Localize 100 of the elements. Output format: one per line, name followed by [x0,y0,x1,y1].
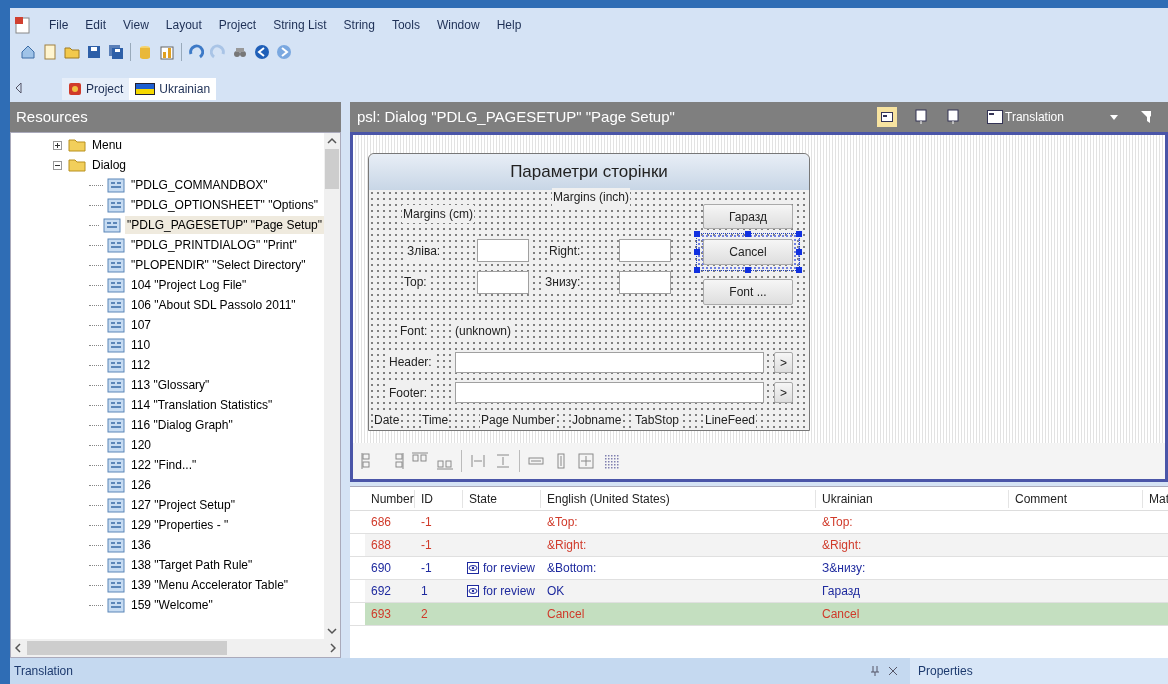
tree-item[interactable]: 139 "Menu Accelerator Table" [129,576,291,594]
folder-icon[interactable] [68,157,86,173]
tree-item[interactable]: 127 "Project Setup" [129,496,237,514]
tree-item[interactable]: 112 [129,356,153,374]
save-all-icon[interactable] [108,44,124,60]
column-header[interactable]: Mat [1143,489,1168,508]
tree-item[interactable]: 159 "Welcome" [129,596,215,614]
tree-item[interactable]: "PDLG_PAGESETUP" "Page Setup" [125,216,324,234]
folder-label[interactable]: Menu [90,136,125,154]
close-icon[interactable] [888,666,898,676]
dialog-button[interactable]: > [774,352,793,373]
vertical-scrollbar[interactable] [324,133,340,639]
dialog-icon[interactable] [107,277,125,293]
dialog-input-field[interactable] [455,352,764,373]
dialog-icon[interactable] [107,557,125,573]
chart-icon[interactable] [159,44,175,60]
filter-icon[interactable] [1140,110,1151,124]
dialog-input-field[interactable] [477,271,529,294]
tree-item[interactable]: 106 "About SDL Passolo 2011" [129,296,298,314]
dialog-icon[interactable] [107,417,125,433]
resize-handle[interactable] [694,267,700,273]
selection-frame[interactable]: Cancel [696,233,800,271]
tree-item[interactable]: 129 "Properties - " [129,516,231,534]
horizontal-scrollbar[interactable] [11,639,340,657]
menu-bar-entry[interactable]: String List [273,16,327,34]
tree-item[interactable]: 116 "Dialog Graph" [129,416,235,434]
dialog-icon[interactable] [107,577,125,593]
dialog-button[interactable]: Гаразд [703,204,793,229]
forward-icon[interactable] [276,44,292,60]
column-header[interactable]: Comment [1009,489,1143,508]
project-icon[interactable] [68,82,82,96]
dialog-icon[interactable] [107,537,125,553]
dialog-input-field[interactable] [619,271,671,294]
column-header[interactable]: Number [365,489,415,508]
dialog-icon[interactable] [107,517,125,533]
resize-handle[interactable] [694,231,700,237]
resize-handle[interactable] [796,267,802,273]
resize-handle[interactable] [694,249,700,255]
dialog-icon[interactable] [107,297,125,313]
dialog-icon[interactable] [107,357,125,373]
tree-item[interactable]: 104 "Project Log File" [129,276,249,294]
dialog-icon[interactable] [107,397,125,413]
tree-item[interactable]: "PDLG_PRINTDIALOG" "Print" [129,236,299,254]
folder-icon[interactable] [64,44,80,60]
dialog-button[interactable]: Cancel [703,239,793,265]
tree-item[interactable]: 138 "Target Path Rule" [129,556,255,574]
tree-item[interactable]: 113 "Glossary" [129,376,212,394]
menu-bar-entry[interactable]: Window [436,16,480,34]
menu-bar-entry[interactable]: View [123,16,149,34]
resize-handle[interactable] [796,231,802,237]
pin-icon[interactable] [870,665,880,677]
undo-icon[interactable] [188,44,204,60]
dialog-icon[interactable] [107,457,125,473]
tree-item[interactable]: "PDLG_COMMANDBOX" [129,176,270,194]
tree-item[interactable]: 126 [129,476,154,494]
flag-icon[interactable] [135,83,156,95]
dialog-input-field[interactable] [455,382,764,403]
dialog-icon[interactable] [107,437,125,453]
folder-label[interactable]: Dialog [90,156,129,174]
tree-item[interactable]: "PLOPENDIR" "Select Directory" [129,256,308,274]
table-row[interactable]: 688 -1 &Right: &Right: [350,534,1168,557]
column-header[interactable]: ID [415,489,463,508]
tree-item[interactable]: "PDLG_OPTIONSHEET" "Options" [129,196,321,214]
menu-bar-entry[interactable]: Edit [85,16,107,34]
dialog-icon[interactable] [107,257,125,273]
app-icon[interactable] [14,16,32,34]
collapse-icon[interactable] [53,160,62,170]
dialog-button[interactable]: > [774,382,793,403]
menu-bar-entry[interactable]: Tools [391,16,420,34]
home-icon[interactable] [20,44,36,60]
column-header[interactable]: Ukrainian [816,489,1009,508]
menu-bar-entry[interactable]: Layout [165,16,202,34]
dialog-icon[interactable] [107,377,125,393]
column-header[interactable]: English (United States) [541,489,816,508]
scroll-left-icon[interactable] [15,643,21,653]
document-tab[interactable]: Ukrainian [129,78,217,100]
scroll-left-icon[interactable] [14,82,22,94]
new-file-icon[interactable] [42,44,58,60]
dialog-button[interactable]: Font ... [703,279,793,305]
properties-tab[interactable]: Properties [910,658,1168,684]
dialog-view-icon[interactable] [913,109,929,125]
resize-handle[interactable] [745,231,751,237]
dialog-icon[interactable] [107,177,125,193]
dialog-icon[interactable] [107,477,125,493]
folder-icon[interactable] [68,137,86,153]
menu-bar-entry[interactable]: String [343,16,375,34]
menu-bar-entry[interactable]: Project [218,16,257,34]
dialog-icon[interactable] [107,237,125,253]
dropdown-caret-icon[interactable] [1109,114,1118,120]
dialog-icon[interactable] [103,217,122,233]
resize-handle[interactable] [796,249,802,255]
scroll-right-icon[interactable] [330,643,336,653]
column-header[interactable]: State [463,489,541,508]
document-tab[interactable]: Project [62,78,130,100]
same-size-icon[interactable] [577,452,595,470]
dialog-icon[interactable] [107,497,125,513]
resize-handle[interactable] [745,267,751,273]
tree-item[interactable]: 136 [129,536,154,554]
dialog-input-field[interactable] [619,239,671,262]
translation-button[interactable]: Translation [987,108,1064,126]
